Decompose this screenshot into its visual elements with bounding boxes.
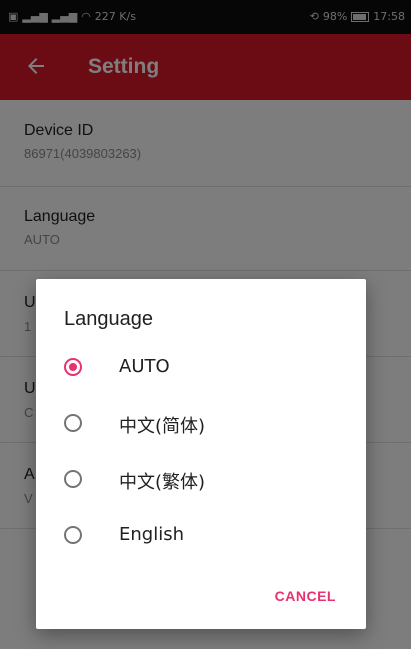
dialog-title: Language (64, 308, 153, 330)
language-option-simplified-chinese[interactable]: 中文(简体) (36, 397, 366, 453)
radio-button-icon[interactable] (64, 526, 82, 544)
language-option-english[interactable]: English (36, 509, 366, 565)
language-dialog: Language AUTO 中文(简体) 中文(繁体) English CANC… (36, 279, 366, 629)
radio-button-checked-icon[interactable] (64, 358, 82, 376)
radio-button-icon[interactable] (64, 414, 82, 432)
option-label: 中文(简体) (119, 416, 206, 437)
option-label: AUTO (119, 356, 170, 377)
option-label: English (119, 524, 184, 545)
cancel-button[interactable]: CANCEL (275, 588, 336, 604)
language-option-auto[interactable]: AUTO (36, 341, 366, 397)
radio-button-icon[interactable] (64, 470, 82, 488)
language-option-traditional-chinese[interactable]: 中文(繁体) (36, 453, 366, 509)
option-label: 中文(繁体) (119, 472, 206, 493)
